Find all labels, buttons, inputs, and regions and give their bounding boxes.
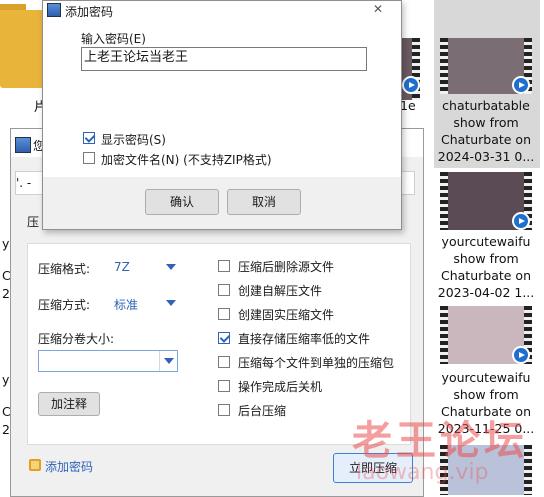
checkbox[interactable] bbox=[83, 152, 95, 164]
show-password-label: 显示密码(S) bbox=[101, 133, 166, 147]
method-label: 压缩方式: bbox=[38, 298, 91, 312]
file-name-line: Chaturbate on bbox=[440, 268, 531, 283]
file-name-line: yourcutewaifu bbox=[441, 370, 531, 385]
option-label: 压缩后删除源文件 bbox=[238, 260, 335, 274]
volume-size-dropdown-button[interactable] bbox=[159, 351, 178, 371]
compress-tab-label[interactable]: 压 bbox=[27, 213, 39, 230]
video-play-icon bbox=[512, 346, 530, 364]
checkbox[interactable] bbox=[218, 404, 230, 416]
chevron-down-icon bbox=[164, 358, 174, 364]
folder-icon[interactable] bbox=[0, 10, 44, 88]
checkbox[interactable] bbox=[218, 308, 230, 320]
partial-filename: 1e bbox=[400, 98, 416, 113]
password-dialog-body: 输入密码(E) 上老王论坛当老王 显示密码(S) 加密文件名(N) (不支持ZI… bbox=[43, 19, 401, 177]
lock-icon bbox=[29, 459, 41, 471]
add-password-text: 添加密码 bbox=[45, 460, 94, 474]
option-label: 直接存储压缩率低的文件 bbox=[238, 332, 371, 346]
file-item-label[interactable]: yourcutewaifu show from Chaturbate on 20… bbox=[434, 233, 538, 301]
file-item-label[interactable]: chaturbatable show from Chaturbate on 20… bbox=[434, 97, 538, 165]
file-name-line: chaturbatable bbox=[442, 98, 530, 113]
option-label: 压缩每个文件到单独的压缩包 bbox=[238, 356, 395, 370]
format-label: 压缩格式: bbox=[38, 262, 91, 276]
partial-filename: y bbox=[2, 372, 10, 387]
file-name-line: 2024-03-31 0... bbox=[437, 149, 535, 164]
volume-size-label: 压缩分卷大小: bbox=[38, 332, 115, 346]
file-name-line: Chaturbate on bbox=[440, 132, 531, 147]
video-play-icon bbox=[512, 76, 530, 94]
file-name-line: show from bbox=[453, 115, 519, 130]
cancel-button[interactable]: 取消 bbox=[227, 189, 301, 215]
encrypt-filenames-label: 加密文件名(N) (不支持ZIP格式) bbox=[101, 153, 272, 167]
archive-app-icon bbox=[47, 3, 61, 17]
checkbox[interactable] bbox=[218, 356, 230, 368]
file-name-line: show from bbox=[453, 251, 519, 266]
partial-filename: y bbox=[2, 236, 10, 251]
password-dialog-title: 添加密码 bbox=[65, 5, 114, 19]
file-name-line: 2023-04-02 1... bbox=[437, 285, 535, 300]
option-label: 后台压缩 bbox=[238, 404, 287, 418]
add-password-dialog: 添加密码 ✕ 输入密码(E) 上老王论坛当老王 显示密码(S) 加密文件名(N)… bbox=[42, 0, 402, 230]
checkbox[interactable] bbox=[218, 380, 230, 392]
format-dropdown-arrow-icon[interactable] bbox=[166, 264, 176, 270]
method-dropdown-arrow-icon[interactable] bbox=[166, 300, 176, 306]
partial-filename: 2 bbox=[2, 286, 10, 301]
archive-app-icon bbox=[15, 137, 31, 153]
password-dialog-titlebar: 添加密码 ✕ bbox=[43, 1, 401, 19]
output-path-text: '. - bbox=[16, 176, 32, 190]
watermark-url: laowang.vip bbox=[356, 460, 489, 485]
checkbox[interactable] bbox=[218, 260, 230, 272]
password-field-label: 输入密码(E) bbox=[81, 32, 146, 46]
add-comment-button[interactable]: 加注释 bbox=[38, 392, 100, 416]
volume-size-combo[interactable] bbox=[38, 350, 178, 372]
checkbox[interactable] bbox=[218, 284, 230, 296]
password-dialog-footer: 确认 取消 bbox=[43, 177, 401, 229]
checkbox-checked[interactable] bbox=[218, 332, 230, 344]
option-label: 创建固实压缩文件 bbox=[238, 308, 335, 322]
method-value[interactable]: 标准 bbox=[114, 296, 138, 313]
video-play-icon bbox=[402, 76, 420, 94]
watermark-text: 老王论坛 bbox=[352, 418, 528, 464]
file-name-line: yourcutewaifu bbox=[441, 234, 531, 249]
file-name-line: show from bbox=[453, 387, 519, 402]
confirm-button[interactable]: 确认 bbox=[145, 189, 219, 215]
option-label: 创建自解压文件 bbox=[238, 284, 323, 298]
checkbox-checked[interactable] bbox=[83, 132, 95, 144]
password-input[interactable]: 上老王论坛当老王 bbox=[81, 47, 367, 71]
option-label: 操作完成后关机 bbox=[238, 380, 323, 394]
format-value[interactable]: 7Z bbox=[114, 260, 130, 274]
partial-filename: 2 bbox=[2, 422, 10, 437]
video-play-icon bbox=[512, 212, 530, 230]
close-icon[interactable]: ✕ bbox=[373, 2, 383, 16]
